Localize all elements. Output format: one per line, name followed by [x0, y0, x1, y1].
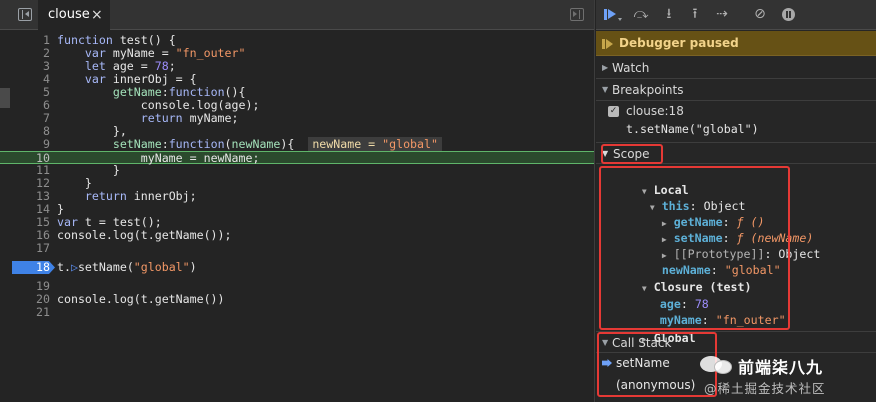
- code-line[interactable]: 20 console.log(t.getName()): [0, 292, 594, 306]
- breakpoint-location: clouse:18: [626, 104, 684, 118]
- breakpoint-checkbox[interactable]: ✓: [608, 106, 619, 117]
- watermark-title: 前端柒八九: [738, 358, 824, 377]
- section-label: Breakpoints: [612, 83, 684, 97]
- line-code: return innerObj;: [84, 189, 197, 203]
- debugger-paused-banner: Debugger paused: [596, 31, 876, 56]
- annotation-box-scope-tree: [599, 166, 790, 330]
- watermark-subtitle: @稀土掘金技术社区: [704, 381, 826, 396]
- close-icon[interactable]: ×: [91, 0, 103, 30]
- code-line[interactable]: 13 return innerObj;: [0, 189, 594, 203]
- code-line[interactable]: 9 setName:function(newName){ newName = "…: [0, 137, 594, 151]
- resume-icon[interactable]: [602, 7, 622, 23]
- code-line[interactable]: 18 t.▷setName("global"): [0, 260, 594, 274]
- section-watch[interactable]: ▶ Watch: [596, 57, 876, 79]
- code-line[interactable]: 16 console.log(t.getName());: [0, 228, 594, 242]
- breakpoint-item[interactable]: ✓ clouse:18: [596, 103, 876, 120]
- line-code: console.log(t.getName()): [57, 292, 225, 306]
- execution-pointer-icon: ▷: [70, 260, 78, 274]
- toggle-navigator-icon[interactable]: [18, 8, 32, 21]
- debugger-toolbar: ⤼ ⭳ ⭱ ⇢ ⊘: [596, 0, 876, 30]
- code-line[interactable]: 21: [0, 306, 594, 319]
- line-code: console.log(t.getName());: [57, 228, 232, 242]
- inline-value-annotation: newName = "global": [308, 137, 442, 151]
- annotation-box-call-stack: [597, 332, 717, 397]
- step-icon[interactable]: ⇢: [713, 4, 731, 24]
- code-area[interactable]: 1 function test() {2 var myName = "fn_out…: [0, 30, 594, 402]
- collapse-arrow-icon: ▼: [602, 85, 609, 94]
- line-code: t.▷setName("global"): [57, 260, 197, 274]
- wechat-logo-icon: [700, 356, 734, 374]
- code-line[interactable]: 17: [0, 242, 594, 255]
- watermark: 前端柒八九 @稀土掘金技术社区: [700, 352, 876, 402]
- line-code: setName:function(newName){ newName = "gl…: [57, 137, 442, 151]
- file-tab-clouse[interactable]: clouse ×: [38, 0, 110, 30]
- section-label: Watch: [612, 61, 650, 75]
- line-number[interactable]: 18: [0, 261, 50, 274]
- line-number[interactable]: 17: [0, 242, 50, 255]
- line-number[interactable]: 9: [0, 138, 50, 151]
- section-breakpoints[interactable]: ▼ Breakpoints: [596, 79, 876, 101]
- annotation-box-scope: [601, 144, 663, 164]
- line-number[interactable]: 21: [0, 306, 50, 319]
- toggle-debugger-sidebar-icon[interactable]: [570, 8, 584, 21]
- deactivate-breakpoints-icon[interactable]: ⊘: [751, 4, 769, 24]
- pause-on-exceptions-icon[interactable]: [782, 8, 795, 21]
- expand-arrow-icon: ▶: [602, 63, 609, 72]
- step-into-icon[interactable]: ⭳: [660, 4, 678, 24]
- editor-tab-bar: clouse ×: [0, 0, 594, 30]
- file-tab-label: clouse: [48, 7, 90, 22]
- step-over-icon[interactable]: ⤼: [632, 4, 650, 24]
- step-out-icon[interactable]: ⭱: [686, 4, 704, 24]
- paused-message: Debugger paused: [619, 36, 739, 50]
- breakpoint-code: t.setName("global"): [626, 122, 759, 136]
- paused-icon: [602, 39, 613, 49]
- source-editor-panel: clouse × 1 function test() {2 var myName …: [0, 0, 595, 402]
